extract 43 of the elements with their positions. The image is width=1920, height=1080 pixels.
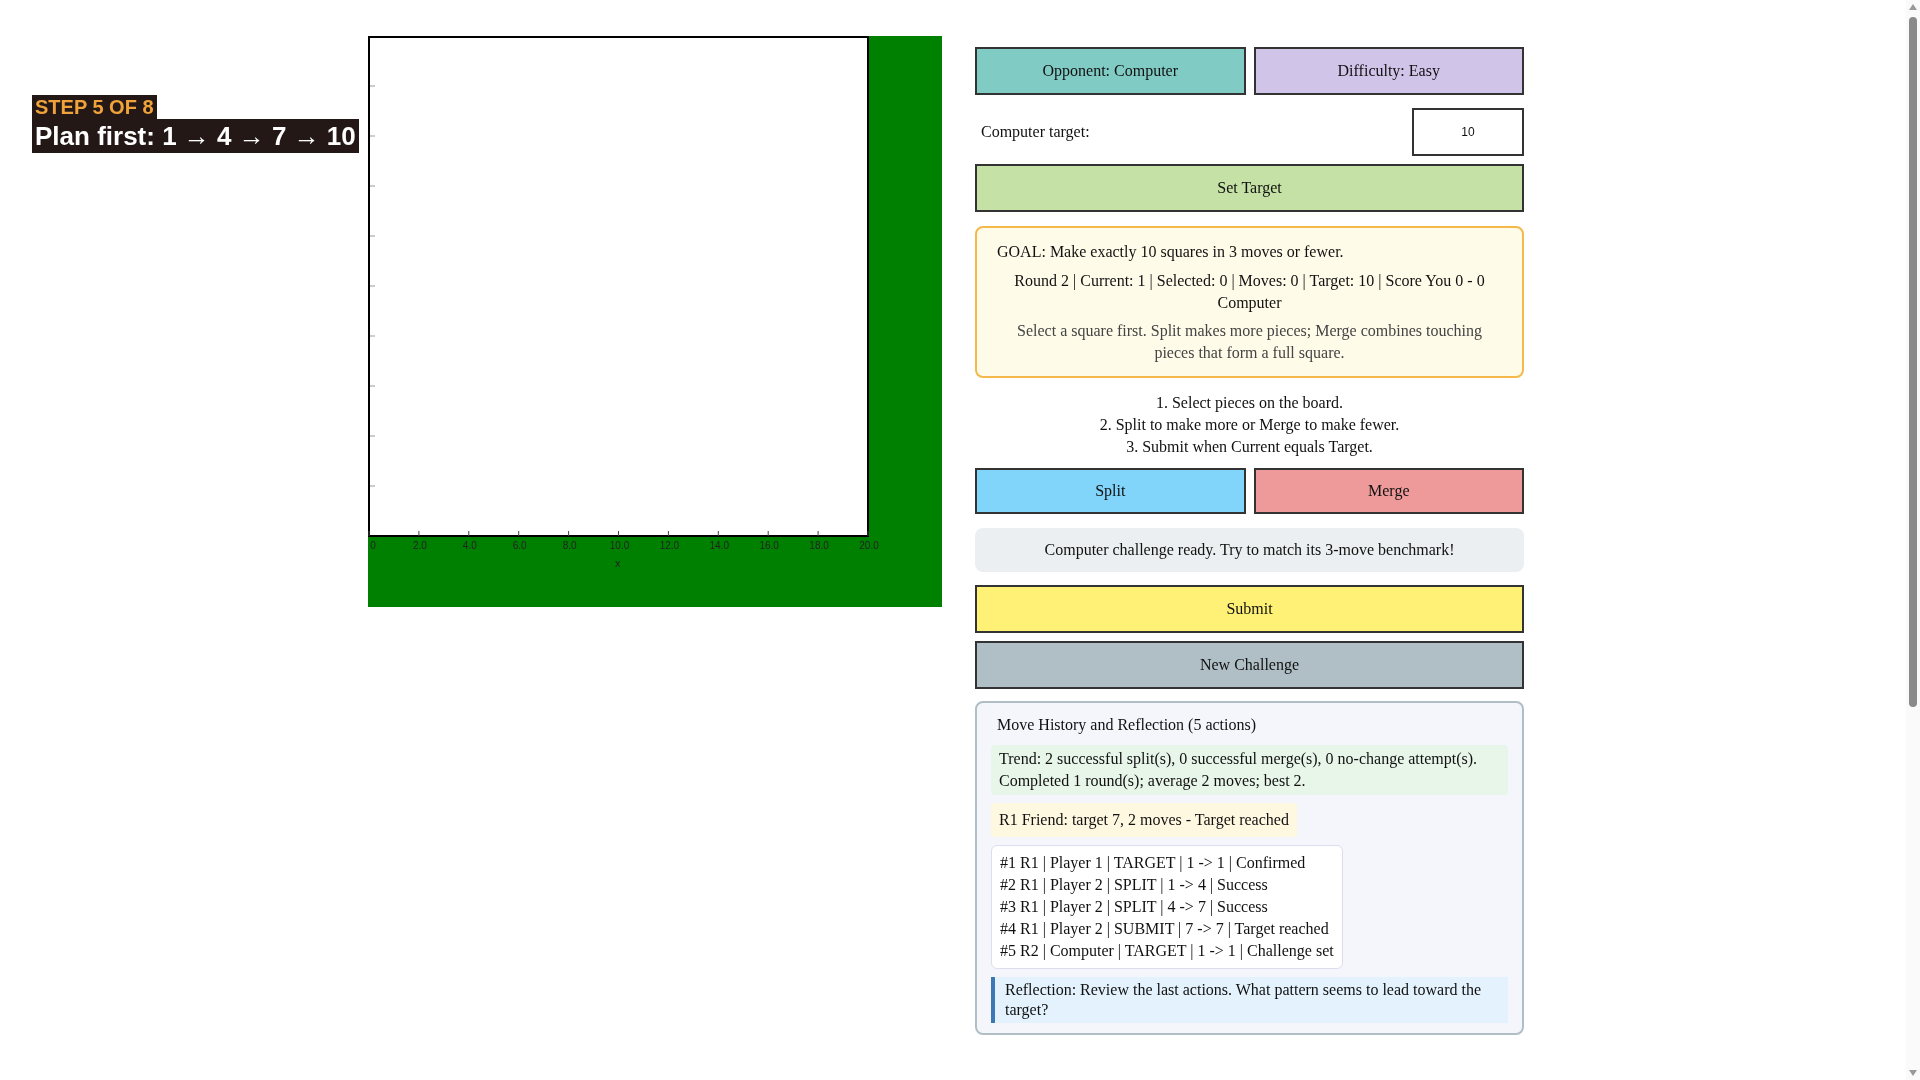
step-label: STEP 5 OF 8 [32, 95, 157, 119]
axis-tick-label: 20.0 [859, 541, 879, 551]
scrollbar[interactable] [1906, 0, 1920, 1080]
mode-button[interactable]: Difficulty: Easy [1253, 47, 1524, 95]
round-summary: R1 Friend: target 7, 2 moves - Target reached [991, 803, 1297, 837]
action-button[interactable]: Merge [1253, 468, 1524, 514]
hint-text: Select a square first. Split makes more pieces; Merge combines touching pieces that form a full square. [1016, 321, 1483, 364]
scrollbar-thumb[interactable] [1909, 17, 1917, 707]
axis-label: x [615, 558, 621, 569]
target-label: Computer target: [981, 122, 1090, 143]
target-input[interactable]: 10 [1412, 108, 1524, 156]
axis-tick-label: 10.0 [609, 541, 630, 551]
axis-tick-label: 0 [370, 541, 376, 551]
mode-button[interactable]: Opponent: Computer [975, 47, 1246, 95]
plan-banner: Plan first: 1 → 4 → 7 → 10 [32, 119, 359, 153]
axis-tick-label: 14.0 [709, 541, 730, 551]
instruction-step: 1. Select pieces on the board. [1155, 392, 1343, 414]
log-entry: #5 R2 | Computer | TARGET | 1 -> 1 | Challenge set [1000, 941, 1334, 962]
scroll-up-icon[interactable] [1908, 3, 1918, 11]
set-target-button[interactable]: Set Target [975, 164, 1524, 212]
instruction-step: 3. Submit when Current equals Target. [1126, 436, 1373, 458]
history-title: Move History and Reflection (5 actions) [996, 715, 1258, 736]
reflection-note: Reflection: Review the last actions. What pattern seems to lead toward the target? [991, 977, 1508, 1023]
scroll-down-icon[interactable] [1908, 1069, 1918, 1077]
instruction-step: 2. Split to make more or Merge to make fewer. [1099, 414, 1400, 436]
axis-tick-label: 2.0 [412, 541, 427, 551]
submit-button[interactable]: Submit [975, 585, 1524, 633]
axis-tick-label: 6.0 [512, 541, 527, 551]
status-text: Round 2 | Current: 1 | Selected: 0 | Moves: 0 | Target: 10 | Score You 0 - 0 Computer [1013, 271, 1486, 314]
log-entry: #2 R1 | Player 2 | SPLIT | 1 -> 4 | Success [1000, 875, 1269, 896]
new-challenge-button[interactable]: New Challenge [975, 641, 1524, 689]
axis-tick-label: 8.0 [562, 541, 577, 551]
log-entry: #3 R1 | Player 2 | SPLIT | 4 -> 7 | Success [1000, 897, 1269, 918]
goal-text: GOAL: Make exactly 10 squares in 3 moves or fewer. [997, 242, 1344, 263]
axis-tick-label: 16.0 [759, 541, 779, 551]
trend-text: Trend: 2 successful split(s), 0 successful merge(s), 0 no-change attempt(s). Completed 1 round(s); average 2 moves; best 2. [991, 745, 1508, 795]
message-banner: Computer challenge ready. Try to match its 3-move benchmark! [975, 528, 1524, 572]
axis-tick-label: 18.0 [809, 541, 829, 551]
log-entry: #1 R1 | Player 1 | TARGET | 1 -> 1 | Confirmed [1000, 853, 1307, 874]
log-entry: #4 R1 | Player 2 | SUBMIT | 7 -> 7 | Target reached [1000, 919, 1330, 940]
axis-tick-label: 4.0 [462, 541, 477, 551]
axis-tick-label: 12.0 [659, 541, 680, 551]
action-button[interactable]: Split [975, 468, 1246, 514]
